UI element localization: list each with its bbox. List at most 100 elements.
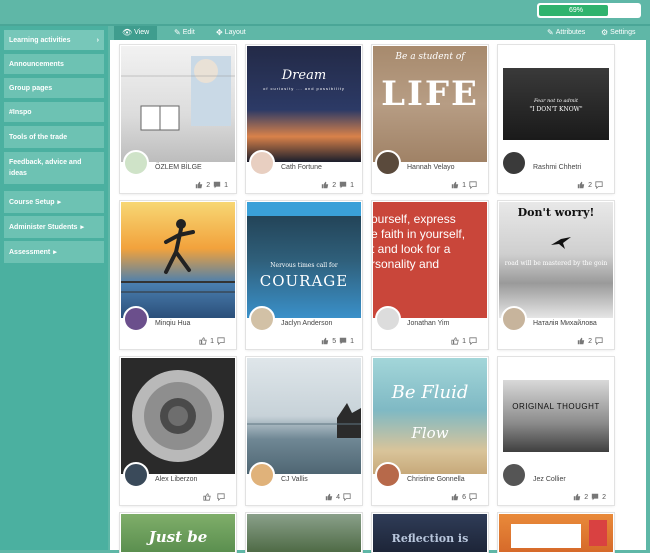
post-image: Just be: [121, 514, 235, 552]
pencil-icon: ✎: [547, 28, 554, 37]
sidebar-item-label: Course Setup: [9, 198, 55, 206]
image-caption: Dream: [281, 68, 327, 83]
sidebar-item-group-pages[interactable]: Group pages: [4, 78, 104, 98]
sidebar: Learning activities › Announcements Group…: [0, 26, 108, 550]
sidebar-item-learning-activities[interactable]: Learning activities ›: [4, 30, 104, 50]
gear-icon: ⚙: [601, 28, 609, 37]
post-image: ORIGINAL THOUGHT: [499, 358, 613, 474]
attributes-button[interactable]: ✎ Attributes: [547, 26, 585, 40]
post-stats: 4: [325, 493, 354, 501]
post-illustration: [121, 56, 235, 131]
thumbs-up-icon[interactable]: [451, 493, 459, 501]
post-stats: [203, 493, 228, 501]
post-card[interactable]: Reflection is: [372, 513, 488, 553]
sidebar-item-label: Group pages: [9, 84, 53, 92]
sidebar-item-assessment[interactable]: Assessment ▸: [4, 241, 104, 263]
thumbs-up-icon[interactable]: [321, 181, 329, 189]
layout-label: Layout: [224, 29, 246, 36]
sidebar-item-announcements[interactable]: Announcements: [4, 54, 104, 74]
comment-icon[interactable]: [343, 493, 351, 501]
post-card[interactable]: Alex Liberzon: [120, 357, 236, 505]
post-card[interactable]: Don't worry! road will be mastered by th…: [498, 201, 614, 349]
image-caption: "I DON'T KNOW": [529, 106, 583, 113]
layout-button[interactable]: ✥ Layout: [210, 26, 252, 40]
post-stats: 1: [451, 181, 480, 189]
comment-icon[interactable]: [595, 337, 603, 345]
comment-icon[interactable]: [339, 337, 347, 345]
sidebar-item-tools-of-the-trade[interactable]: Tools of the trade: [4, 126, 104, 148]
post-image: Be a student of LIFE: [373, 46, 487, 162]
sidebar-item-feedback[interactable]: Feedback, advice and ideas: [4, 152, 104, 184]
post-card[interactable]: ORIGINAL THOUGHT Jez Collier 2 2: [498, 357, 614, 505]
post-stats: 2: [577, 337, 606, 345]
like-count: 1: [462, 181, 466, 189]
like-count: 1: [210, 337, 214, 345]
comment-icon[interactable]: [217, 493, 225, 501]
post-card[interactable]: [246, 513, 362, 553]
post-stats: 6: [451, 493, 480, 501]
author-name: Hannah Velayo: [407, 164, 455, 171]
like-count: 2: [588, 337, 592, 345]
comment-icon[interactable]: [339, 181, 347, 189]
post-card[interactable]: Be Fluid Flow Christine Gonnella 6: [372, 357, 488, 505]
view-label: View: [134, 29, 150, 36]
comment-count: 1: [350, 337, 354, 345]
image-subcaption: road will be mastered by the goin: [504, 260, 608, 267]
view-button[interactable]: 👁 View: [114, 26, 158, 40]
post-card[interactable]: Nervous times call for COURAGE Jaclyn An…: [246, 201, 362, 349]
like-count: 4: [336, 493, 340, 501]
post-image: [121, 358, 235, 474]
comment-icon[interactable]: [469, 181, 477, 189]
image-caption: COURAGE: [259, 272, 349, 290]
post-image: [121, 46, 235, 162]
comment-icon[interactable]: [469, 337, 477, 345]
post-stats: 2 1: [195, 181, 228, 189]
comment-icon[interactable]: [595, 181, 603, 189]
eye-icon: 👁: [122, 28, 133, 37]
image-caption: LIFE: [381, 74, 479, 114]
post-card[interactable]: Be a student of LIFE Hannah Velayo 1: [372, 45, 488, 193]
image-subcaption: Nervous times call for: [270, 262, 338, 269]
move-icon: ✥: [216, 28, 223, 37]
thumbs-up-icon[interactable]: [195, 181, 203, 189]
thumbs-up-icon[interactable]: [325, 493, 333, 501]
post-card[interactable]: ourself, express e faith in yourself, t …: [372, 201, 488, 349]
thumbs-up-icon[interactable]: [573, 493, 581, 501]
sidebar-item-course-setup[interactable]: Course Setup ▸: [4, 191, 104, 213]
mountain-photo: ORIGINAL THOUGHT: [503, 380, 609, 452]
post-stats: 2: [577, 181, 606, 189]
sidebar-item-administer-students[interactable]: Administer Students ▸: [4, 216, 104, 238]
sidebar-item-inspo[interactable]: #Inspo: [4, 102, 104, 122]
image-caption: ourself, express e faith in yourself, t …: [373, 212, 466, 271]
thumbs-up-icon[interactable]: [451, 181, 459, 189]
thumbs-up-icon[interactable]: [199, 337, 207, 345]
forest-photo: Fear not to admit "I DON'T KNOW": [503, 68, 609, 140]
post-card[interactable]: ÖZLEM BİLGE 2 1: [120, 45, 236, 193]
comment-icon[interactable]: [469, 493, 477, 501]
post-card[interactable]: Minqiu Hua 1: [120, 201, 236, 349]
thumbs-up-icon[interactable]: [451, 337, 459, 345]
thumbs-up-icon[interactable]: [577, 337, 585, 345]
comment-icon[interactable]: [213, 181, 221, 189]
avatar: [501, 462, 527, 488]
comment-icon[interactable]: [591, 493, 599, 501]
post-image: [121, 202, 235, 318]
post-card[interactable]: Fear not to admit "I DON'T KNOW" Rashmi …: [498, 45, 614, 193]
post-card[interactable]: Just be: [120, 513, 236, 553]
image-subcaption: Flow: [411, 424, 449, 442]
avatar: [501, 306, 527, 332]
post-stats: 5 1: [321, 337, 354, 345]
author-name: Christine Gonnella: [407, 476, 465, 483]
thumbs-up-icon[interactable]: [577, 181, 585, 189]
avatar: [375, 462, 401, 488]
post-card[interactable]: [498, 513, 614, 553]
avatar: [249, 150, 275, 176]
thumbs-up-icon[interactable]: [203, 493, 211, 501]
edit-button[interactable]: ✎ Edit: [168, 26, 201, 40]
settings-button[interactable]: ⚙ Settings: [601, 26, 635, 40]
comment-icon[interactable]: [217, 337, 225, 345]
post-stats: 1: [199, 337, 228, 345]
thumbs-up-icon[interactable]: [321, 337, 329, 345]
post-card[interactable]: Dream of curiosity ... and possibility C…: [246, 45, 362, 193]
post-card[interactable]: CJ Vallis 4: [246, 357, 362, 505]
